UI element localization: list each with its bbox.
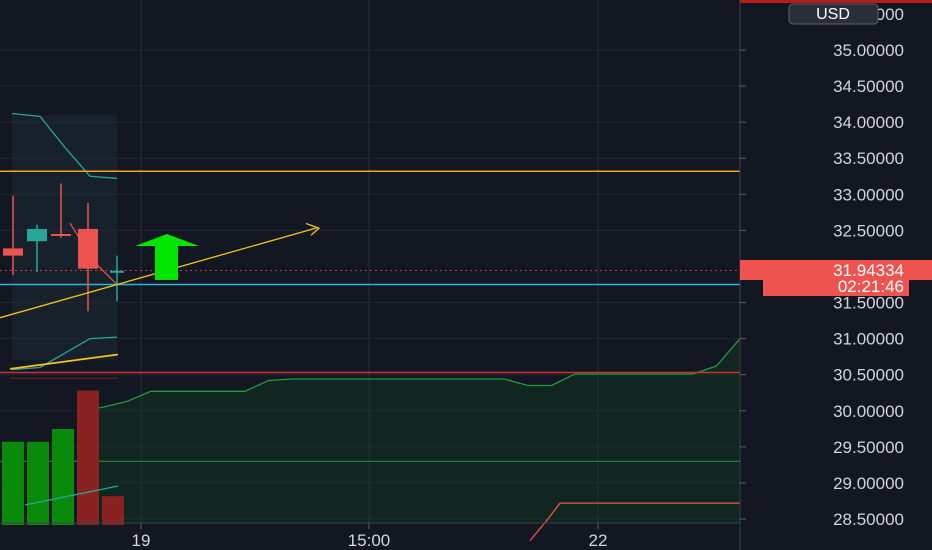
x-tick-label: 19	[132, 531, 151, 550]
volume-bar	[52, 429, 74, 525]
y-tick-label: 30.00000	[833, 402, 904, 421]
volume-bar	[77, 390, 99, 525]
y-tick-label: 33.50000	[833, 149, 904, 168]
volume-bar	[2, 441, 24, 525]
countdown-tag: 02:21:46	[763, 277, 909, 296]
y-tick-label: 35.00000	[833, 41, 904, 60]
volume-bar	[27, 441, 49, 525]
y-tick-label: 34.00000	[833, 113, 904, 132]
x-tick-label: 22	[589, 531, 608, 550]
candle-body	[27, 228, 47, 242]
candle-body	[51, 233, 71, 236]
volume-bar	[102, 496, 124, 525]
y-tick-label: 29.50000	[833, 438, 904, 457]
y-tick-label: 31.00000	[833, 330, 904, 349]
bollinger-bands	[9, 112, 119, 379]
y-tick-label: 29.00000	[833, 474, 904, 493]
y-tick-label: 32.50000	[833, 221, 904, 240]
candle-body	[78, 228, 98, 269]
x-tick-label: 15:00	[348, 531, 391, 550]
candle-body	[110, 270, 124, 273]
currency-badge[interactable]: USD	[788, 3, 879, 25]
y-tick-label: 30.50000	[833, 366, 904, 385]
y-tick-label: 28.50000	[833, 510, 904, 529]
currency-label: USD	[816, 6, 850, 23]
y-tick-label: 34.50000	[833, 77, 904, 96]
y-tick-label: 31.50000	[833, 294, 904, 313]
y-tick-label: 33.00000	[833, 185, 904, 204]
price-chart[interactable]: 28.50000 29.00000 29.50000 30.00000 30.50000…	[0, 0, 932, 550]
top-alert-bar	[740, 0, 932, 3]
candle-body	[3, 248, 23, 256]
countdown-value: 02:21:46	[838, 277, 904, 296]
